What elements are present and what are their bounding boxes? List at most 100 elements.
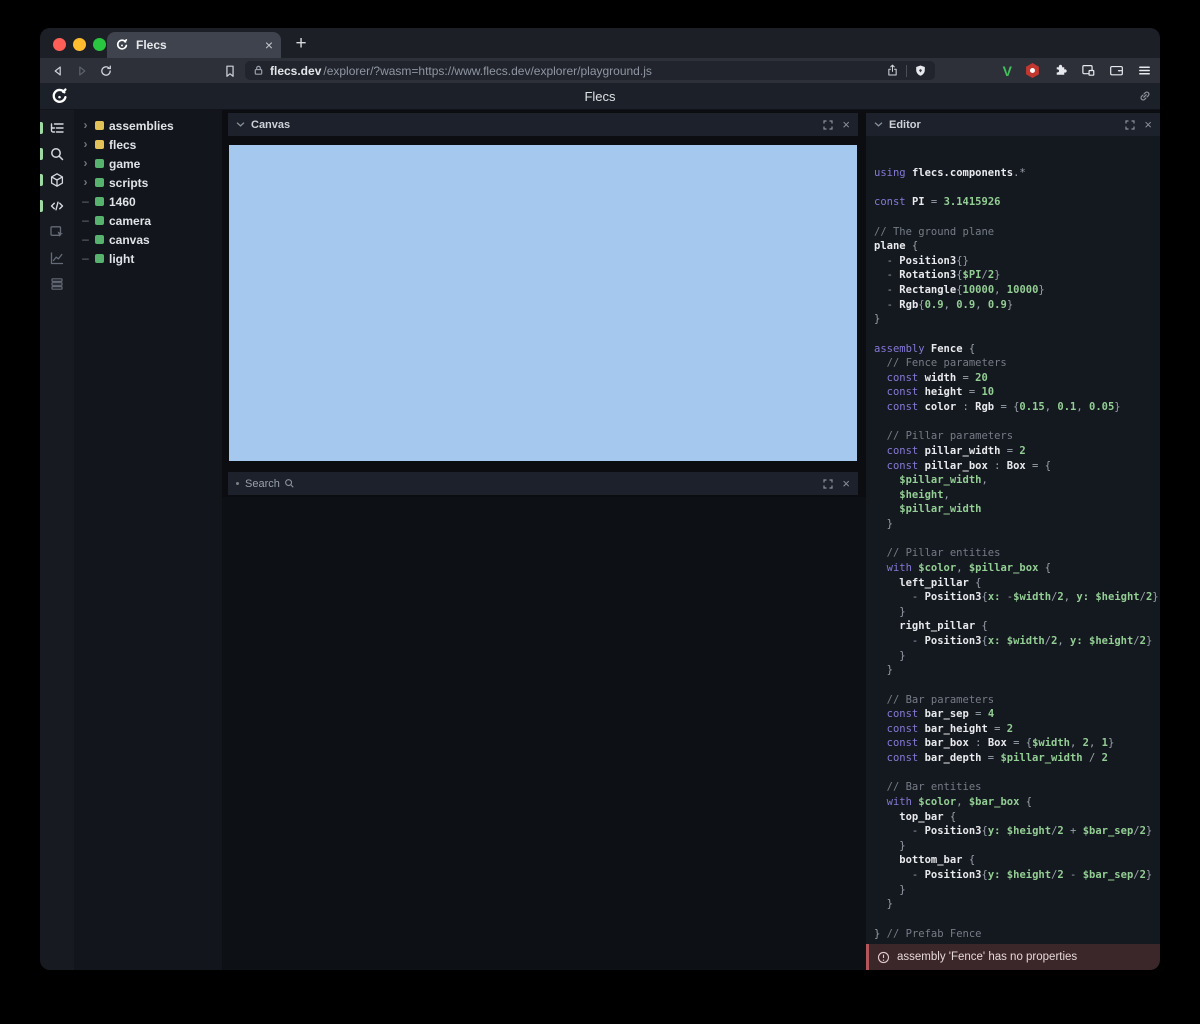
new-tab-button[interactable]: + xyxy=(288,31,314,57)
editor-panel: Editor × using flecs.components.* const … xyxy=(866,110,1160,970)
tree-item-scripts[interactable]: ›scripts xyxy=(74,173,222,192)
expand-chevron-icon[interactable]: › xyxy=(81,135,90,154)
chart-icon[interactable] xyxy=(40,245,74,271)
hexagon-extension-icon[interactable] xyxy=(1025,63,1040,78)
chevron-down-icon[interactable] xyxy=(874,121,883,128)
error-status-bar: assembly 'Fence' has no properties xyxy=(866,944,1160,970)
wallet-icon[interactable] xyxy=(1109,63,1124,78)
extensions-puzzle-icon[interactable] xyxy=(1053,63,1068,78)
code-line: - Position3{x: -$width/2, y: $height/2} xyxy=(874,590,1160,605)
chevron-down-icon[interactable] xyxy=(236,121,245,128)
editor-body: using flecs.components.* const PI = 3.14… xyxy=(866,136,1160,970)
leaf-dash-icon: – xyxy=(81,211,90,230)
tree-item-game[interactable]: › game xyxy=(74,154,222,173)
forward-button[interactable] xyxy=(70,61,94,81)
code-line xyxy=(874,678,1160,693)
share-icon[interactable] xyxy=(886,64,899,77)
code-line: with $color, $pillar_box { xyxy=(874,561,1160,576)
inspect-icon[interactable] xyxy=(40,219,74,245)
code-area[interactable]: using flecs.components.* const PI = 3.14… xyxy=(866,164,1160,970)
tree-item-1460[interactable]: –1460 xyxy=(74,192,222,211)
reload-button[interactable] xyxy=(94,61,118,81)
close-panel-icon[interactable]: × xyxy=(842,479,850,489)
maximize-icon[interactable] xyxy=(823,120,833,130)
back-button[interactable] xyxy=(46,61,70,81)
code-line: $pillar_width, xyxy=(874,473,1160,488)
divider xyxy=(906,65,907,77)
editor-panel-header: Editor × xyxy=(866,113,1160,136)
maximize-icon[interactable] xyxy=(1125,120,1135,130)
entity-color-square xyxy=(95,254,104,263)
brave-shield-icon[interactable] xyxy=(914,64,927,78)
tab-close-icon[interactable]: × xyxy=(265,37,273,53)
menu-hamburger-icon[interactable] xyxy=(1137,63,1152,78)
code-line: } xyxy=(874,883,1160,898)
close-panel-icon[interactable]: × xyxy=(842,120,850,130)
entity-color-square xyxy=(95,216,104,225)
code-line: } xyxy=(874,897,1160,912)
tree-item-label: flecs xyxy=(109,138,136,152)
code-line: const pillar_box : Box = { xyxy=(874,459,1160,474)
tree-item-label: game xyxy=(109,157,140,171)
maximize-icon[interactable] xyxy=(823,479,833,489)
sidebar-panel-icon[interactable] xyxy=(1081,63,1096,78)
share-link-icon[interactable] xyxy=(1138,89,1152,103)
tree-item-canvas[interactable]: –canvas xyxy=(74,230,222,249)
code-line: - Position3{} xyxy=(874,254,1160,269)
code-line: - Position3{y: $height/2 + $bar_sep/2} xyxy=(874,824,1160,839)
code-line: - Rgb{0.9, 0.9, 0.9} xyxy=(874,298,1160,313)
entity-color-square xyxy=(95,140,104,149)
error-icon xyxy=(877,951,890,964)
browser-tab[interactable]: Flecs × xyxy=(107,32,281,58)
tree-item-label: camera xyxy=(109,214,151,228)
expand-chevron-icon[interactable]: › xyxy=(81,154,90,173)
code-icon[interactable] xyxy=(40,193,74,219)
code-line: // Pillar parameters xyxy=(874,429,1160,444)
code-line: // Bar entities xyxy=(874,780,1160,795)
search-icon[interactable] xyxy=(40,141,74,167)
bookmark-icon[interactable] xyxy=(218,61,242,81)
browser-window: Flecs × + flecs.dev /explorer/?wasm=http… xyxy=(40,28,1160,970)
code-line: // Fence parameters xyxy=(874,356,1160,371)
canvas-3d-viewport[interactable] xyxy=(229,145,857,461)
code-line: const width = 20 xyxy=(874,371,1160,386)
code-line xyxy=(874,766,1160,781)
tree-item-flecs[interactable]: › flecs xyxy=(74,135,222,154)
url-domain: flecs.dev xyxy=(270,64,321,78)
window-close-button[interactable] xyxy=(53,38,66,51)
code-line: // Pillar entities xyxy=(874,546,1160,561)
close-panel-icon[interactable]: × xyxy=(1144,120,1152,130)
leaf-dash-icon: – xyxy=(81,249,90,268)
code-line: $height, xyxy=(874,488,1160,503)
main-content: Canvas × Search × xyxy=(222,110,866,970)
code-line: } xyxy=(874,517,1160,532)
expand-chevron-icon[interactable]: › xyxy=(81,116,90,135)
code-line: plane { xyxy=(874,239,1160,254)
canvas-panel-header: Canvas × xyxy=(228,113,858,136)
code-line xyxy=(874,415,1160,430)
code-line: const bar_depth = $pillar_width / 2 xyxy=(874,751,1160,766)
url-bar[interactable]: flecs.dev /explorer/?wasm=https://www.fl… xyxy=(245,61,935,80)
tree-item-assemblies[interactable]: ›assemblies xyxy=(74,116,222,135)
code-line: } xyxy=(874,839,1160,854)
tab-favicon-flecs-logo xyxy=(115,38,129,52)
window-zoom-button[interactable] xyxy=(93,38,106,51)
code-line: // Bar parameters xyxy=(874,693,1160,708)
app-title: Flecs xyxy=(40,89,1160,104)
search-panel-title: Search xyxy=(245,478,280,490)
browser-toolbar: flecs.dev /explorer/?wasm=https://www.fl… xyxy=(40,58,1160,83)
cube-icon[interactable] xyxy=(40,167,74,193)
tree-item-camera[interactable]: – camera xyxy=(74,211,222,230)
vue-devtools-extension-icon[interactable]: V xyxy=(1003,63,1012,79)
code-line: const bar_height = 2 xyxy=(874,722,1160,737)
tree-item-light[interactable]: –light xyxy=(74,249,222,268)
entity-color-square xyxy=(95,235,104,244)
tree-item-label: 1460 xyxy=(109,195,136,209)
code-line: } xyxy=(874,312,1160,327)
rows-icon[interactable] xyxy=(40,271,74,297)
window-minimize-button[interactable] xyxy=(73,38,86,51)
expand-chevron-icon[interactable]: › xyxy=(81,173,90,192)
code-line: - Rectangle{10000, 10000} xyxy=(874,283,1160,298)
tree-icon[interactable] xyxy=(40,115,74,141)
leaf-dash-icon: – xyxy=(81,230,90,249)
